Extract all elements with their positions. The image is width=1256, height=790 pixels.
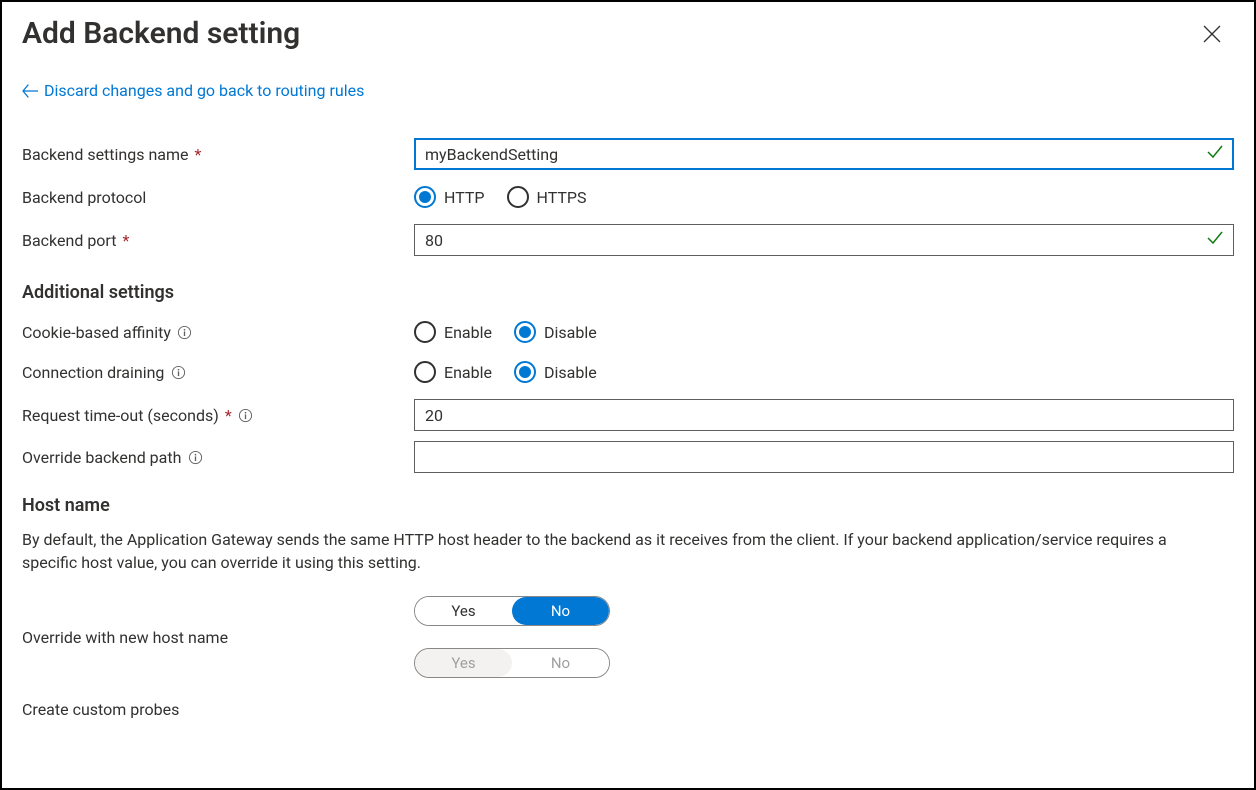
radio-https[interactable]: HTTPS: [507, 186, 587, 208]
request-timeout-input[interactable]: [414, 399, 1234, 431]
add-backend-setting-panel: Add Backend setting Discard changes and …: [0, 0, 1256, 790]
override-hostname-no[interactable]: No: [512, 597, 609, 625]
row-backend-port: Backend port *: [22, 220, 1234, 260]
arrow-left-icon: [22, 84, 38, 98]
info-icon[interactable]: [170, 364, 186, 380]
override-hostname-secondary-yes: Yes: [415, 649, 512, 677]
back-link-text: Discard changes and go back to routing r…: [44, 81, 364, 100]
radio-drain-disable[interactable]: Disable: [514, 361, 597, 383]
label-backend-settings-name: Backend settings name *: [22, 145, 414, 164]
row-backend-protocol: Backend protocol HTTP HTTPS: [22, 180, 1234, 214]
close-icon: [1203, 25, 1221, 43]
label-cookie-affinity: Cookie-based affinity: [22, 323, 414, 342]
label-backend-protocol: Backend protocol: [22, 188, 414, 207]
override-hostname-toggle-secondary: Yes No: [414, 648, 610, 678]
radio-cookie-disable[interactable]: Disable: [514, 321, 597, 343]
cookie-affinity-radio-group: Enable Disable: [414, 321, 1234, 343]
label-override-host-name: Override with new host name: [22, 628, 414, 647]
connection-draining-radio-group: Enable Disable: [414, 361, 1234, 383]
info-icon[interactable]: [177, 324, 193, 340]
heading-host-name: Host name: [22, 495, 1234, 516]
label-backend-port: Backend port *: [22, 231, 414, 250]
label-connection-draining: Connection draining: [22, 363, 414, 382]
radio-http[interactable]: HTTP: [414, 186, 485, 208]
heading-additional-settings: Additional settings: [22, 282, 1234, 303]
required-marker: *: [122, 231, 129, 250]
close-button[interactable]: [1198, 20, 1226, 48]
label-request-timeout: Request time-out (seconds) *: [22, 406, 414, 425]
required-marker: *: [195, 145, 202, 164]
override-backend-path-input[interactable]: [414, 441, 1234, 473]
row-cookie-affinity: Cookie-based affinity Enable Disable: [22, 315, 1234, 349]
override-hostname-toggle: Yes No: [414, 596, 610, 626]
backend-settings-name-input[interactable]: [414, 138, 1234, 170]
label-override-backend-path: Override backend path: [22, 448, 414, 467]
row-override-host-name: Override with new host name Yes No Yes N…: [22, 596, 1234, 678]
row-create-custom-probes: Create custom probes: [22, 692, 1234, 726]
override-hostname-secondary-no: No: [512, 649, 609, 677]
backend-port-input[interactable]: [414, 224, 1234, 256]
row-connection-draining: Connection draining Enable Disable: [22, 355, 1234, 389]
discard-back-link[interactable]: Discard changes and go back to routing r…: [22, 81, 1234, 100]
info-icon[interactable]: [187, 449, 203, 465]
label-create-custom-probes: Create custom probes: [22, 700, 414, 719]
row-request-timeout: Request time-out (seconds) *: [22, 395, 1234, 435]
host-name-description: By default, the Application Gateway send…: [22, 528, 1202, 574]
panel-title: Add Backend setting: [22, 10, 1234, 81]
row-backend-settings-name: Backend settings name *: [22, 134, 1234, 174]
row-override-backend-path: Override backend path: [22, 437, 1234, 477]
backend-protocol-radio-group: HTTP HTTPS: [414, 186, 1234, 208]
override-hostname-yes[interactable]: Yes: [415, 597, 512, 625]
required-marker: *: [225, 406, 232, 425]
radio-cookie-enable[interactable]: Enable: [414, 321, 492, 343]
info-icon[interactable]: [238, 407, 254, 423]
radio-drain-enable[interactable]: Enable: [414, 361, 492, 383]
